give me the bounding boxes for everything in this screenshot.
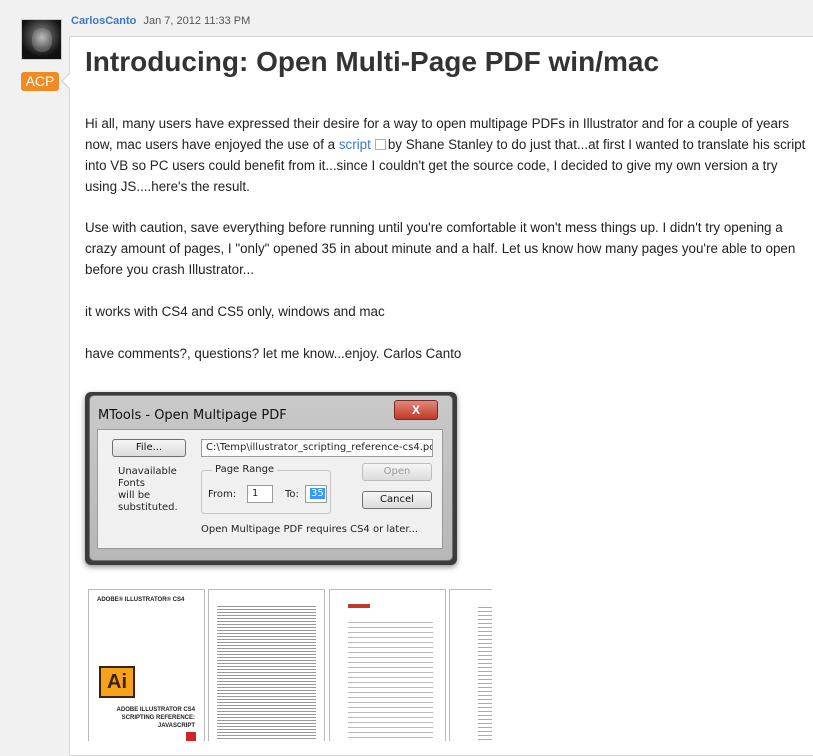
from-label: From: [208,489,237,500]
pdf-page-contents [329,589,446,741]
status-text: Open Multipage PDF requires CS4 or later… [201,524,419,535]
page-text-lines [217,604,316,740]
note-line-4: substituted. [118,502,178,513]
cover-line-3: JAVASCRIPT [157,723,195,729]
to-value: 35 [310,488,325,499]
dialog-close-button[interactable]: X [394,400,438,420]
adobe-logo-icon [186,732,196,741]
file-path-field[interactable]: C:\Temp\illustrator_scripting_reference-… [201,439,433,457]
cover-header: ADOBE® ILLUSTRATOR® CS4 [97,597,185,603]
index-lines [478,604,492,741]
cover-line-2: SCRIPTING REFERENCE: [121,715,195,721]
note-line-2: Fonts [118,478,145,489]
cover-line-1: ADOBE ILLUSTRATOR CS4 [116,707,195,713]
pdf-page-legal [208,589,325,741]
dialog-screenshot: MTools - Open Multipage PDF X File... C:… [85,392,457,565]
dialog-body: File... C:\Temp\illustrator_scripting_re… [97,429,443,549]
dialog-window: MTools - Open Multipage PDF X File... C:… [89,395,453,561]
post-timestamp: Jan 7, 2012 11:33 PM [143,15,251,27]
file-button[interactable]: File... [112,439,186,457]
avatar-face [32,28,52,52]
from-input[interactable]: 1 [247,485,273,503]
note-line-1: Unavailable [118,466,177,477]
page-range-legend: Page Range [212,464,278,475]
pdf-page-cover: ADOBE® ILLUSTRATOR® CS4 Ai ADOBE ILLUSTR… [88,589,205,741]
post-meta: CarlosCanto Jan 7, 2012 11:33 PM [71,15,250,27]
open-button[interactable]: Open [362,463,432,481]
acp-badge: ACP [21,72,59,91]
to-input[interactable]: 35 [305,485,327,503]
script-link[interactable]: script [339,137,371,152]
cover-subtitle: ADOBE ILLUSTRATOR CS4 SCRIPTING REFERENC… [99,706,195,730]
author-avatar[interactable] [21,19,62,60]
note-line-3: will be [118,490,151,501]
author-link[interactable]: CarlosCanto [71,15,136,27]
pdf-pages-preview: ADOBE® ILLUSTRATOR® CS4 Ai ADOBE ILLUSTR… [87,585,492,741]
pdf-page-index [449,589,492,741]
paragraph-compat: it works with CS4 and CS5 only, windows … [85,304,385,319]
paragraph-caution: Use with caution, save everything before… [85,220,796,277]
dialog-title: MTools - Open Multipage PDF [98,408,287,423]
paragraph-closing: have comments?, questions? let me know..… [85,346,462,361]
contents-lines [348,618,433,738]
illustrator-logo-icon: Ai [99,666,135,698]
post-pointer-inner [63,73,71,89]
external-link-icon [374,139,386,150]
to-label: To: [285,489,299,500]
unavailable-fonts-note: Unavailable Fonts will be substituted. [118,466,178,514]
post-title: Introducing: Open Multi-Page PDF win/mac [85,46,660,77]
paragraph-intro: Hi all, many users have expressed their … [85,113,813,197]
page-range-group: Page Range From: 1 To: 35 [201,464,331,514]
cancel-button[interactable]: Cancel [362,491,432,509]
contents-heading [348,604,370,608]
